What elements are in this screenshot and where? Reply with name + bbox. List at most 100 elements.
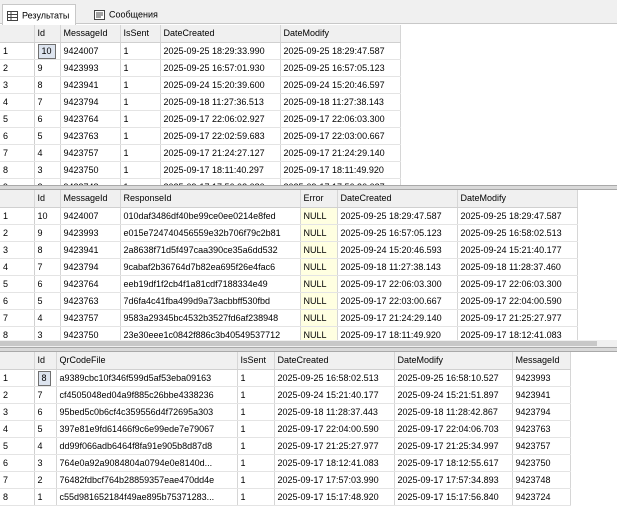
cell-id[interactable]: 10 [34, 42, 61, 60]
cell-messageid[interactable]: 9423724 [512, 488, 571, 506]
cell-id[interactable]: 4 [34, 437, 57, 455]
row-number[interactable]: 1 [0, 42, 35, 60]
column-header-datemodify[interactable]: DateModify [280, 25, 401, 43]
cell-id[interactable]: 7 [34, 386, 57, 404]
cell-datecreated[interactable]: 2025-09-17 22:06:03.300 [337, 275, 458, 293]
row-number[interactable]: 8 [0, 488, 35, 506]
cell-datemodify[interactable]: 2025-09-17 22:06:03.300 [457, 275, 578, 293]
row-number[interactable]: 5 [0, 110, 35, 128]
cell-error[interactable]: NULL [300, 224, 338, 242]
cell-datecreated[interactable]: 2025-09-17 18:11:40.297 [160, 161, 281, 179]
table-row[interactable]: 5 6 9423764 eeb19df1f2cb4f1a81cdf7188334e49… [0, 275, 578, 293]
cell-messageid[interactable]: 9423794 [60, 93, 121, 111]
cell-messageid[interactable]: 9423750 [60, 161, 121, 179]
cell-messageid[interactable]: 9423748 [512, 471, 571, 489]
cell-datemodify[interactable]: 2025-09-17 17:56:30.037 [280, 178, 401, 185]
cell-datecreated[interactable]: 2025-09-17 22:04:00.590 [274, 420, 395, 438]
cell-datemodify[interactable]: 2025-09-17 18:12:55.617 [394, 454, 513, 472]
cell-id[interactable]: 8 [34, 369, 57, 387]
cell-id[interactable]: 6 [34, 403, 57, 421]
column-header-id[interactable]: Id [34, 190, 61, 208]
column-header-issent[interactable]: IsSent [120, 25, 161, 43]
cell-messageid[interactable]: 9423941 [60, 241, 121, 259]
row-number[interactable]: 2 [0, 224, 35, 242]
cell-messageid[interactable]: 9423748 [60, 178, 121, 185]
row-number[interactable]: 1 [0, 207, 35, 225]
cell-responseid[interactable]: 23e30eee1c0842f886c3b40549537712 [120, 326, 301, 340]
cell-qrcodefile[interactable]: a9389cbc10f346f599d5af53eba09163 [56, 369, 238, 387]
table-row[interactable]: 5 4 dd99f066adb6464f8fa91e905b8d87d8 1 2025-… [0, 437, 571, 455]
row-number[interactable]: 9 [0, 178, 35, 185]
row-number[interactable]: 5 [0, 437, 35, 455]
cell-error[interactable]: NULL [300, 275, 338, 293]
row-number[interactable]: 7 [0, 309, 35, 327]
table-row[interactable]: 2 9 9423993 1 2025-09-25 16:57:01.930 2025-09… [0, 59, 401, 77]
cell-messageid[interactable]: 9423764 [60, 110, 121, 128]
table-row[interactable]: 6 5 9423763 7d6fa4c41fba499d9a73acbbff530fb… [0, 292, 578, 310]
column-header-datemodify[interactable]: DateModify [457, 190, 578, 208]
cell-responseid[interactable]: 7d6fa4c41fba499d9a73acbbff530fbd [120, 292, 301, 310]
column-header-datecreated[interactable]: DateCreated [160, 25, 281, 43]
table-row[interactable]: 7 4 9423757 1 2025-09-17 21:24:27.127 2025-09… [0, 144, 401, 162]
column-header-error[interactable]: Error [300, 190, 338, 208]
row-number[interactable]: 3 [0, 403, 35, 421]
cell-datecreated[interactable]: 2025-09-18 11:28:37.443 [274, 403, 395, 421]
tab-results[interactable]: Результаты [2, 4, 77, 25]
row-number[interactable]: 6 [0, 292, 35, 310]
table-row[interactable]: 4 7 9423794 9cabaf2b36764d7b82ea695f26e4fac… [0, 258, 578, 276]
table-row[interactable]: 92942374812025-09-17 17:56:03.0802025-09… [0, 178, 401, 185]
table-row[interactable]: 7 2 76482fdbcf764b28859357eae470dd4e 1 2025-… [0, 471, 571, 489]
cell-qrcodefile[interactable]: dd99f066adb6464f8fa91e905b8d87d8 [56, 437, 238, 455]
cell-responseid[interactable]: 2a8638f71d5f497caa390ce35a6dd532 [120, 241, 301, 259]
cell-messageid[interactable]: 9423763 [60, 127, 121, 145]
cell-datemodify[interactable]: 2025-09-18 11:28:37.460 [457, 258, 578, 276]
cell-datemodify[interactable]: 2025-09-17 17:57:34.893 [394, 471, 513, 489]
row-number[interactable]: 1 [0, 369, 35, 387]
cell-datecreated[interactable]: 2025-09-17 21:25:27.977 [274, 437, 395, 455]
cell-id[interactable]: 8 [34, 76, 61, 94]
column-header-datecreated[interactable]: DateCreated [274, 352, 395, 370]
cell-issent[interactable]: 1 [237, 454, 275, 472]
cell-error[interactable]: NULL [300, 207, 338, 225]
cell-datecreated[interactable]: 2025-09-17 22:06:02.927 [160, 110, 281, 128]
cell-datemodify[interactable]: 2025-09-24 15:20:46.597 [280, 76, 401, 94]
cell-datemodify[interactable]: 2025-09-17 21:25:27.977 [457, 309, 578, 327]
cell-datecreated[interactable]: 2025-09-17 18:11:49.920 [337, 326, 458, 340]
cell-issent[interactable]: 1 [237, 386, 275, 404]
table-row[interactable]: 4 5 397e81e9fd61466f9c6e99ede7e79067 1 2025-… [0, 420, 571, 438]
cell-issent[interactable]: 1 [237, 471, 275, 489]
cell-id[interactable]: 9 [34, 224, 61, 242]
cell-qrcodefile[interactable]: cf4505048ed04a9f885c26bbe4338236 [56, 386, 238, 404]
cell-datecreated[interactable]: 2025-09-24 15:20:46.593 [337, 241, 458, 259]
cell-datecreated[interactable]: 2025-09-17 17:56:03.080 [160, 178, 281, 185]
column-header-datemodify[interactable]: DateModify [394, 352, 513, 370]
cell-responseid[interactable]: 9cabaf2b36764d7b82ea695f26e4fac6 [120, 258, 301, 276]
cell-id[interactable]: 8 [34, 241, 61, 259]
cell-datecreated[interactable]: 2025-09-17 22:03:00.667 [337, 292, 458, 310]
cell-datemodify[interactable]: 2025-09-25 18:29:47.587 [457, 207, 578, 225]
cell-datecreated[interactable]: 2025-09-17 21:24:27.127 [160, 144, 281, 162]
cell-datecreated[interactable]: 2025-09-24 15:21:40.177 [274, 386, 395, 404]
cell-datecreated[interactable]: 2025-09-25 16:57:05.123 [337, 224, 458, 242]
column-header-id[interactable]: Id [34, 352, 57, 370]
cell-qrcodefile[interactable]: 397e81e9fd61466f9c6e99ede7e79067 [56, 420, 238, 438]
cell-error[interactable]: NULL [300, 258, 338, 276]
cell-error[interactable]: NULL [300, 292, 338, 310]
cell-issent[interactable]: 1 [120, 178, 161, 185]
row-number[interactable]: 3 [0, 241, 35, 259]
table-row[interactable]: 3 8 9423941 2a8638f71d5f497caa390ce35a6dd53… [0, 241, 578, 259]
cell-id[interactable]: 2 [34, 471, 57, 489]
table-row[interactable]: 6 5 9423763 1 2025-09-17 22:02:59.683 2025-09… [0, 127, 401, 145]
cell-datemodify[interactable]: 2025-09-24 15:21:51.897 [394, 386, 513, 404]
cell-qrcodefile[interactable]: 76482fdbcf764b28859357eae470dd4e [56, 471, 238, 489]
cell-datecreated[interactable]: 2025-09-18 11:27:36.513 [160, 93, 281, 111]
cell-datemodify[interactable]: 2025-09-17 18:12:41.083 [457, 326, 578, 340]
cell-responseid[interactable]: eeb19df1f2cb4f1a81cdf7188334e49 [120, 275, 301, 293]
cell-messageid[interactable]: 9423993 [60, 224, 121, 242]
table-row[interactable]: 1 10 9424007 1 2025-09-25 18:29:33.990 2025-0… [0, 42, 401, 60]
table-row[interactable]: 4 7 9423794 1 2025-09-18 11:27:36.513 2025-09… [0, 93, 401, 111]
cell-datemodify[interactable]: 2025-09-17 18:11:49.920 [280, 161, 401, 179]
tab-messages[interactable]: Сообщения [90, 4, 164, 24]
cell-issent[interactable]: 1 [120, 110, 161, 128]
cell-qrcodefile[interactable]: 95bed5c0b6cf4c359556d4f72695a303 [56, 403, 238, 421]
